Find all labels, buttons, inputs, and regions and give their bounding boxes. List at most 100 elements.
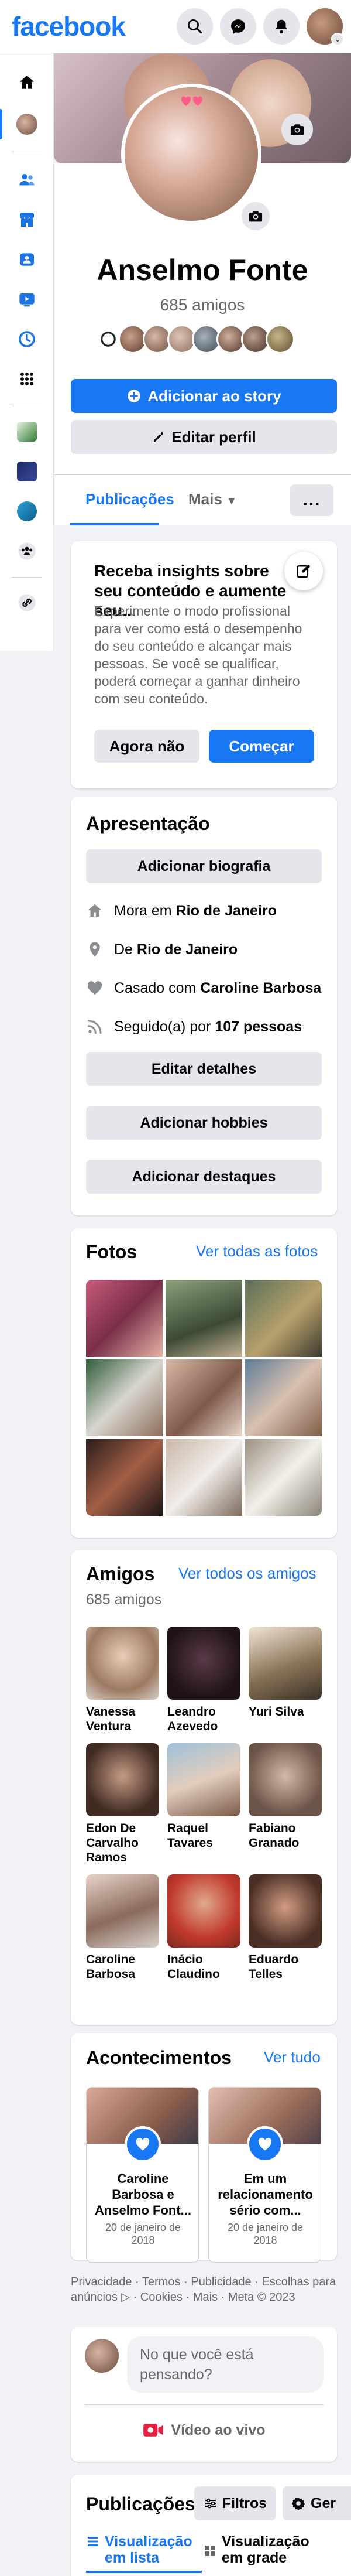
- see-all-photos-link[interactable]: Ver todas as fotos: [196, 1242, 318, 1260]
- relationship-row: Casado com Caroline Barbosa: [86, 979, 321, 997]
- friend-tile[interactable]: Vanessa Ventura: [86, 1627, 159, 1734]
- messenger-button[interactable]: [220, 8, 256, 45]
- intro-card: Apresentação Adicionar biografia Mora em…: [71, 797, 337, 1215]
- photo-thumbnail[interactable]: [245, 1359, 322, 1436]
- add-highlights-button[interactable]: Adicionar destaques: [86, 1160, 322, 1194]
- add-highlights-label: Adicionar destaques: [132, 1168, 276, 1185]
- search-button[interactable]: [177, 8, 213, 45]
- start-button[interactable]: Começar: [209, 730, 314, 763]
- see-all-events-link[interactable]: Ver tudo: [264, 2048, 321, 2066]
- composer-avatar[interactable]: [85, 2339, 119, 2373]
- nav-watch[interactable]: [12, 284, 42, 315]
- photo-thumbnail[interactable]: [166, 1439, 242, 1516]
- photo-thumbnail[interactable]: [86, 1439, 163, 1516]
- edit-profile-button[interactable]: Editar perfil: [71, 420, 337, 454]
- friend-photo: [86, 1874, 159, 1948]
- filters-button[interactable]: Filtros: [194, 2486, 276, 2520]
- lives-in-city[interactable]: Rio de Janeiro: [176, 903, 277, 919]
- heart-icon: [87, 981, 102, 995]
- camera-icon: [249, 211, 263, 222]
- friend-tile[interactable]: Raquel Tavares: [167, 1743, 240, 1865]
- see-all-friends-link[interactable]: Ver todos os amigos: [178, 1564, 316, 1583]
- photos-title: Fotos: [86, 1241, 137, 1262]
- photo-thumbnail[interactable]: [166, 1280, 242, 1357]
- friend-tile[interactable]: Inácio Claudino: [167, 1874, 240, 1981]
- profile-friends-count[interactable]: 685 amigos: [54, 296, 351, 315]
- profile-name: Anselmo Fonte: [97, 254, 308, 286]
- photos-card: Fotos Ver todas as fotos: [71, 1228, 337, 1538]
- edit-profile-picture-button[interactable]: [240, 200, 271, 232]
- friend-photo: [86, 1743, 159, 1816]
- grid-menu-icon: [20, 373, 33, 385]
- nav-menu[interactable]: [12, 364, 42, 394]
- nav-memories[interactable]: [12, 324, 42, 354]
- from-row: De Rio de Janeiro: [86, 941, 238, 958]
- life-event-item[interactable]: Caroline Barbosa e Anselmo Font... 20 de…: [86, 2087, 199, 2263]
- add-bio-button[interactable]: Adicionar biografia: [86, 849, 322, 883]
- photo-thumbnail[interactable]: [245, 1280, 322, 1357]
- edit-cover-button[interactable]: [281, 114, 313, 145]
- friend-tile[interactable]: Eduardo Telles: [249, 1874, 322, 1981]
- friend-tile[interactable]: Yuri Silva: [249, 1627, 322, 1734]
- followers-row: Seguido(a) por 107 pessoas: [86, 1018, 302, 1036]
- from-text: De Rio de Janeiro: [114, 941, 238, 958]
- photo-thumbnail[interactable]: [245, 1439, 322, 1516]
- friends-count: 685 amigos: [86, 1591, 162, 1608]
- more-options-label: ...: [302, 490, 321, 510]
- not-now-button[interactable]: Agora não: [94, 730, 199, 763]
- friend-tile[interactable]: Leandro Azevedo: [167, 1627, 240, 1734]
- filter-sliders-icon: [205, 2498, 216, 2509]
- edit-details-button[interactable]: Editar detalhes: [86, 1052, 322, 1086]
- location-pin-icon: [90, 942, 100, 957]
- photo-thumbnail[interactable]: [86, 1359, 163, 1436]
- tab-posts[interactable]: Publicações: [85, 490, 174, 508]
- profile-picture[interactable]: [121, 84, 261, 224]
- nav-shortcut-2[interactable]: [12, 456, 42, 487]
- friend-name: Vanessa Ventura: [86, 1705, 136, 1733]
- grid-view-icon: [205, 2546, 215, 2556]
- home-icon: [20, 76, 34, 89]
- list-view-tab[interactable]: Visualização em lista: [86, 2533, 204, 2566]
- nav-home[interactable]: [12, 67, 42, 98]
- account-avatar[interactable]: ⌄: [307, 8, 344, 46]
- followers-text: Seguido(a) por 107 pessoas: [114, 1019, 302, 1036]
- nav-shortcut-groups[interactable]: [12, 536, 42, 566]
- from-city[interactable]: Rio de Janeiro: [137, 941, 238, 958]
- spouse-link[interactable]: Caroline Barbosa: [200, 980, 321, 996]
- photo-thumbnail[interactable]: [166, 1359, 242, 1436]
- from-prefix: De: [114, 941, 137, 958]
- friend-avatar[interactable]: [266, 324, 295, 354]
- nav-groups[interactable]: [12, 244, 42, 275]
- notifications-button[interactable]: [263, 8, 300, 45]
- more-options-button[interactable]: ...: [290, 484, 333, 516]
- photo-thumbnail[interactable]: [86, 1280, 163, 1357]
- followed-prefix: Seguido(a) por: [114, 1018, 215, 1035]
- nav-shortcut-3[interactable]: [12, 496, 42, 527]
- messenger-icon: [231, 19, 245, 34]
- life-event-title: Caroline Barbosa e Anselmo Font...: [95, 2171, 191, 2218]
- nav-marketplace[interactable]: [12, 204, 42, 235]
- composer-input[interactable]: No que você está pensando?: [127, 2336, 324, 2393]
- compose-button[interactable]: [284, 552, 323, 590]
- grid-view-tab[interactable]: Visualização em grade: [203, 2533, 321, 2566]
- followers-link[interactable]: 107 pessoas: [215, 1019, 302, 1035]
- hearts-decoration: [181, 96, 203, 106]
- manage-posts-button[interactable]: Ger: [283, 2486, 351, 2520]
- footer-links[interactable]: Privacidade · Termos · Publicidade · Esc…: [71, 2274, 337, 2305]
- friend-tile[interactable]: Edon De Carvalho Ramos: [86, 1743, 159, 1865]
- pencil-icon: [154, 432, 164, 442]
- life-event-item[interactable]: Em um relacionamento sério com... 20 de …: [208, 2087, 321, 2263]
- nav-profile[interactable]: [12, 109, 42, 139]
- add-hobbies-button[interactable]: Adicionar hobbies: [86, 1106, 322, 1140]
- nav-friends[interactable]: [12, 165, 42, 195]
- friend-tile[interactable]: Caroline Barbosa: [86, 1874, 159, 1981]
- tab-more[interactable]: Mais ▼: [188, 490, 237, 508]
- nav-shortcut-1[interactable]: [12, 416, 42, 447]
- nav-links[interactable]: [12, 587, 42, 618]
- live-video-button[interactable]: Vídeo ao vivo: [85, 2413, 324, 2448]
- edit-profile-label: Editar perfil: [171, 428, 256, 446]
- live-video-label: Vídeo ao vivo: [171, 2421, 266, 2438]
- facebook-logo[interactable]: facebook: [12, 11, 126, 42]
- add-to-story-button[interactable]: Adicionar ao story: [71, 379, 337, 413]
- friend-tile[interactable]: Fabiano Granado: [249, 1743, 322, 1865]
